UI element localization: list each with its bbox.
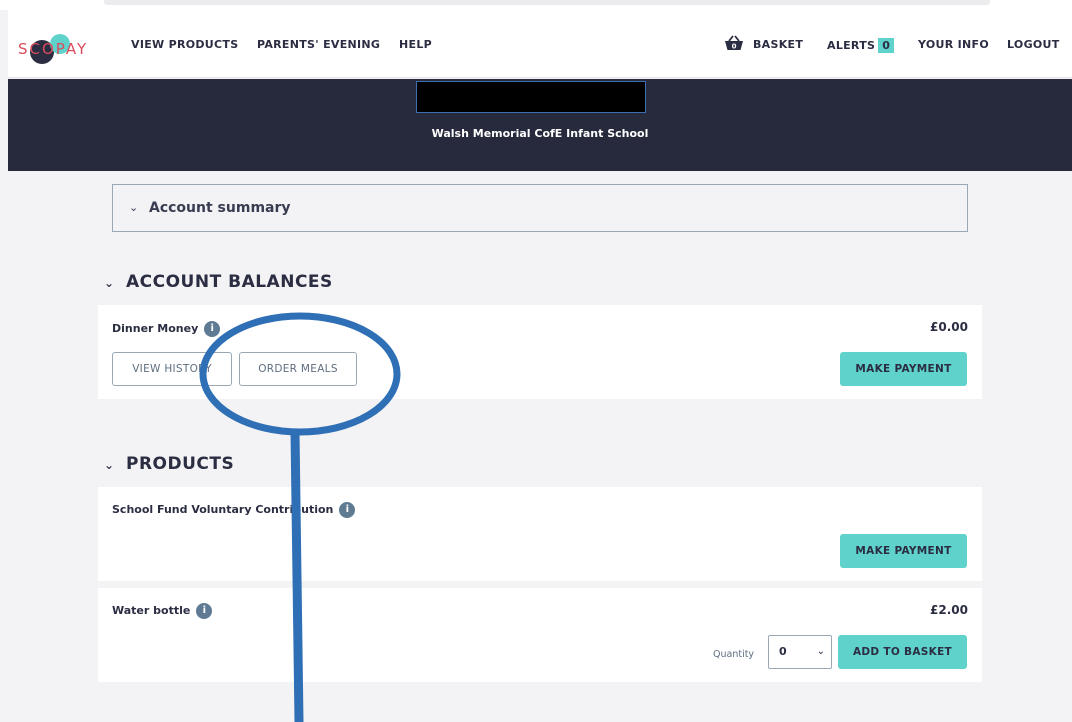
products-title: PRODUCTS: [126, 454, 235, 474]
school-fund-name: School Fund Voluntary Contribution: [112, 503, 334, 516]
view-history-button[interactable]: VIEW HISTORY: [112, 352, 232, 386]
nav-basket[interactable]: BASKET: [753, 38, 803, 51]
logo-text: SCOPAY: [18, 40, 89, 58]
alerts-label: ALERTS: [827, 39, 876, 52]
school-fund-label: School Fund Voluntary Contribution i: [112, 502, 356, 518]
chevron-down-icon: ⌄: [129, 201, 139, 214]
redacted-block: [416, 81, 646, 113]
water-bottle-label: Water bottle i: [112, 603, 213, 619]
nav-your-info[interactable]: YOUR INFO: [918, 38, 989, 51]
quantity-value: 0: [779, 645, 787, 658]
basket-count: 0: [732, 43, 737, 51]
chevron-down-icon[interactable]: ⌄: [104, 276, 114, 290]
info-icon[interactable]: i: [196, 603, 213, 619]
basket-icon[interactable]: 0: [724, 35, 744, 51]
make-payment-button[interactable]: MAKE PAYMENT: [840, 352, 967, 386]
dinner-money-name: Dinner Money: [112, 322, 199, 335]
alerts-count-badge: 0: [878, 38, 895, 53]
chevron-down-icon: ⌄: [816, 646, 825, 657]
quantity-label: Quantity: [713, 649, 755, 660]
nav-view-products[interactable]: VIEW PRODUCTS: [131, 38, 238, 51]
nav-alerts[interactable]: ALERTS 0: [827, 38, 895, 53]
info-icon[interactable]: i: [204, 321, 221, 337]
water-bottle-name: Water bottle: [112, 604, 191, 617]
info-icon[interactable]: i: [339, 502, 356, 518]
nav-logout[interactable]: LOGOUT: [1007, 38, 1060, 51]
dinner-money-label: Dinner Money i: [112, 321, 221, 337]
order-meals-button[interactable]: ORDER MEALS: [239, 352, 357, 386]
school-banner: Walsh Memorial CofE Infant School: [8, 79, 1072, 171]
scopay-logo[interactable]: SCOPAY: [16, 30, 96, 64]
quantity-select[interactable]: 0 ⌄: [768, 635, 832, 669]
dinner-money-balance: £0.00: [930, 320, 968, 334]
address-bar[interactable]: [104, 0, 990, 5]
add-to-basket-button[interactable]: ADD TO BASKET: [838, 635, 967, 669]
account-balances-title: ACCOUNT BALANCES: [126, 272, 333, 292]
site-header: SCOPAY VIEW PRODUCTS PARENTS' EVENING HE…: [8, 10, 1072, 78]
water-bottle-price: £2.00: [930, 603, 968, 617]
browser-top-strip: [0, 0, 1072, 10]
account-summary-label: Account summary: [149, 200, 291, 216]
account-summary-toggle[interactable]: ⌄ Account summary: [112, 184, 968, 232]
school-fund-card: School Fund Voluntary Contribution i MAKE…: [98, 487, 982, 581]
nav-help[interactable]: HELP: [399, 38, 432, 51]
water-bottle-card: Water bottle i £2.00 Quantity 0 ⌄ ADD TO …: [98, 588, 982, 682]
nav-parents-evening[interactable]: PARENTS' EVENING: [257, 38, 380, 51]
make-payment-button[interactable]: MAKE PAYMENT: [840, 534, 967, 568]
dinner-money-card: Dinner Money i £0.00 VIEW HISTORY ORDER M…: [98, 305, 982, 399]
school-name: Walsh Memorial CofE Infant School: [431, 127, 649, 140]
chevron-down-icon[interactable]: ⌄: [104, 458, 114, 472]
